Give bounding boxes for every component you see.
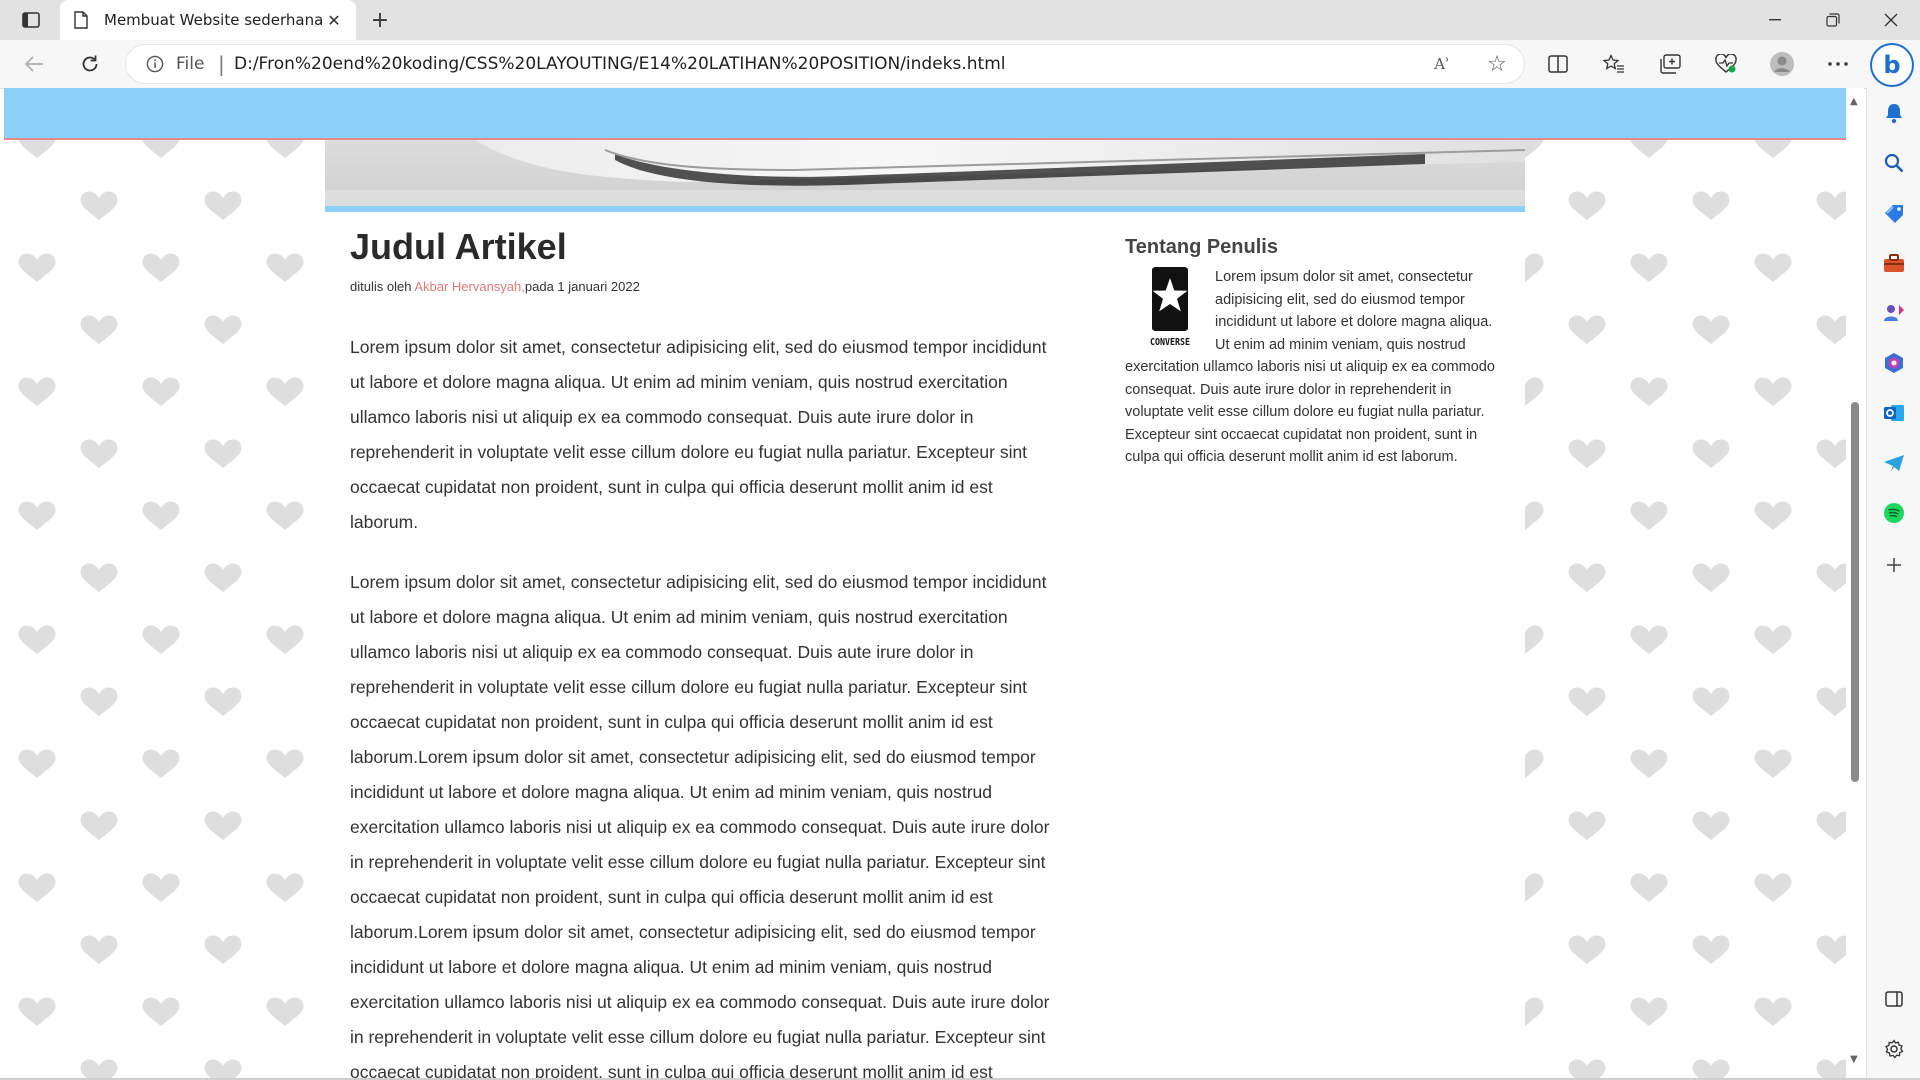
heartbeat-icon[interactable] [1710, 48, 1742, 80]
shopping-tag-icon[interactable] [1883, 202, 1905, 224]
close-tab-icon[interactable]: ✕ [324, 10, 344, 30]
settings-icon[interactable] [1883, 1038, 1905, 1060]
restore-icon[interactable] [1806, 0, 1860, 40]
scroll-thumb[interactable] [1851, 402, 1859, 782]
page-viewport: Judul Artikel ditulis oleh Akbar Hervans… [4, 88, 1846, 1078]
outlook-icon[interactable] [1883, 402, 1905, 424]
toolbox-icon[interactable] [1883, 252, 1905, 274]
reload-icon[interactable] [74, 48, 106, 80]
meta-date: pada 1 januari 2022 [524, 279, 640, 294]
tab-actions-icon[interactable] [14, 8, 48, 32]
close-window-icon[interactable] [1864, 0, 1918, 40]
collections-icon[interactable] [1654, 48, 1686, 80]
back-arrow-icon[interactable] [18, 48, 50, 80]
address-bar[interactable]: File | D:/Fron%20end%20koding/CSS%20LAYO… [126, 45, 1524, 83]
plus-icon[interactable]: + [366, 8, 394, 33]
url-text[interactable]: D:/Fron%20end%20koding/CSS%20LAYOUTING/E… [234, 54, 1006, 74]
favorites-icon[interactable] [1598, 48, 1630, 80]
hero-image [325, 140, 1525, 212]
microsoft-365-icon[interactable] [1883, 352, 1905, 374]
author-logo: CONVERSE [1125, 266, 1215, 348]
address-separator: | [218, 52, 225, 76]
games-icon[interactable] [1883, 302, 1905, 324]
author-link[interactable]: Akbar Hervansyah, [414, 279, 525, 294]
info-icon[interactable] [146, 55, 164, 77]
edge-sidebar [1866, 88, 1920, 1080]
logo-text: CONVERSE [1150, 337, 1190, 348]
sidebar-toggle-icon[interactable] [1883, 988, 1905, 1010]
site-header [4, 88, 1846, 140]
meta-prefix: ditulis oleh [350, 279, 415, 294]
spotify-icon[interactable] [1883, 502, 1905, 524]
tab-title: Membuat Website sederhana [104, 11, 324, 29]
page-icon [74, 11, 88, 33]
add-icon[interactable] [1883, 554, 1905, 576]
sidebar-body: CONVERSE Lorem ipsum dolor sit amet, con… [1125, 266, 1500, 469]
article-paragraph: Lorem ipsum dolor sit amet, consectetur … [350, 572, 1050, 1078]
content-area: Judul Artikel ditulis oleh Akbar Hervans… [325, 212, 1525, 1078]
read-aloud-icon[interactable]: Aʾ [1430, 52, 1454, 76]
scroll-down-icon[interactable]: ▼ [1850, 1054, 1858, 1065]
browser-toolbar: File | D:/Fron%20end%20koding/CSS%20LAYO… [0, 40, 1920, 89]
telegram-icon[interactable] [1883, 452, 1905, 474]
tab-bar: Membuat Website sederhana ✕ + [0, 0, 1920, 40]
profile-icon[interactable] [1766, 48, 1798, 80]
split-screen-icon[interactable] [1542, 48, 1574, 80]
more-icon[interactable] [1822, 48, 1854, 80]
page-scrollbar[interactable]: ▲ ▼ [1846, 88, 1864, 1078]
article-title: Judul Artikel [350, 226, 567, 267]
scroll-up-icon[interactable]: ▲ [1850, 96, 1858, 107]
bing-icon[interactable]: b [1872, 45, 1912, 85]
sidebar-title: Tentang Penulis [1125, 236, 1278, 258]
star-icon[interactable]: ☆ [1484, 51, 1510, 77]
active-tab[interactable]: Membuat Website sederhana ✕ [60, 0, 356, 40]
article-paragraph: Lorem ipsum dolor sit amet, consectetur … [350, 337, 1047, 532]
article-meta: ditulis oleh Akbar Hervansyah,pada 1 jan… [350, 279, 640, 294]
bell-icon[interactable] [1883, 102, 1905, 124]
scheme-label: File [176, 54, 205, 74]
minimize-icon[interactable] [1748, 0, 1802, 40]
search-icon[interactable] [1883, 152, 1905, 174]
